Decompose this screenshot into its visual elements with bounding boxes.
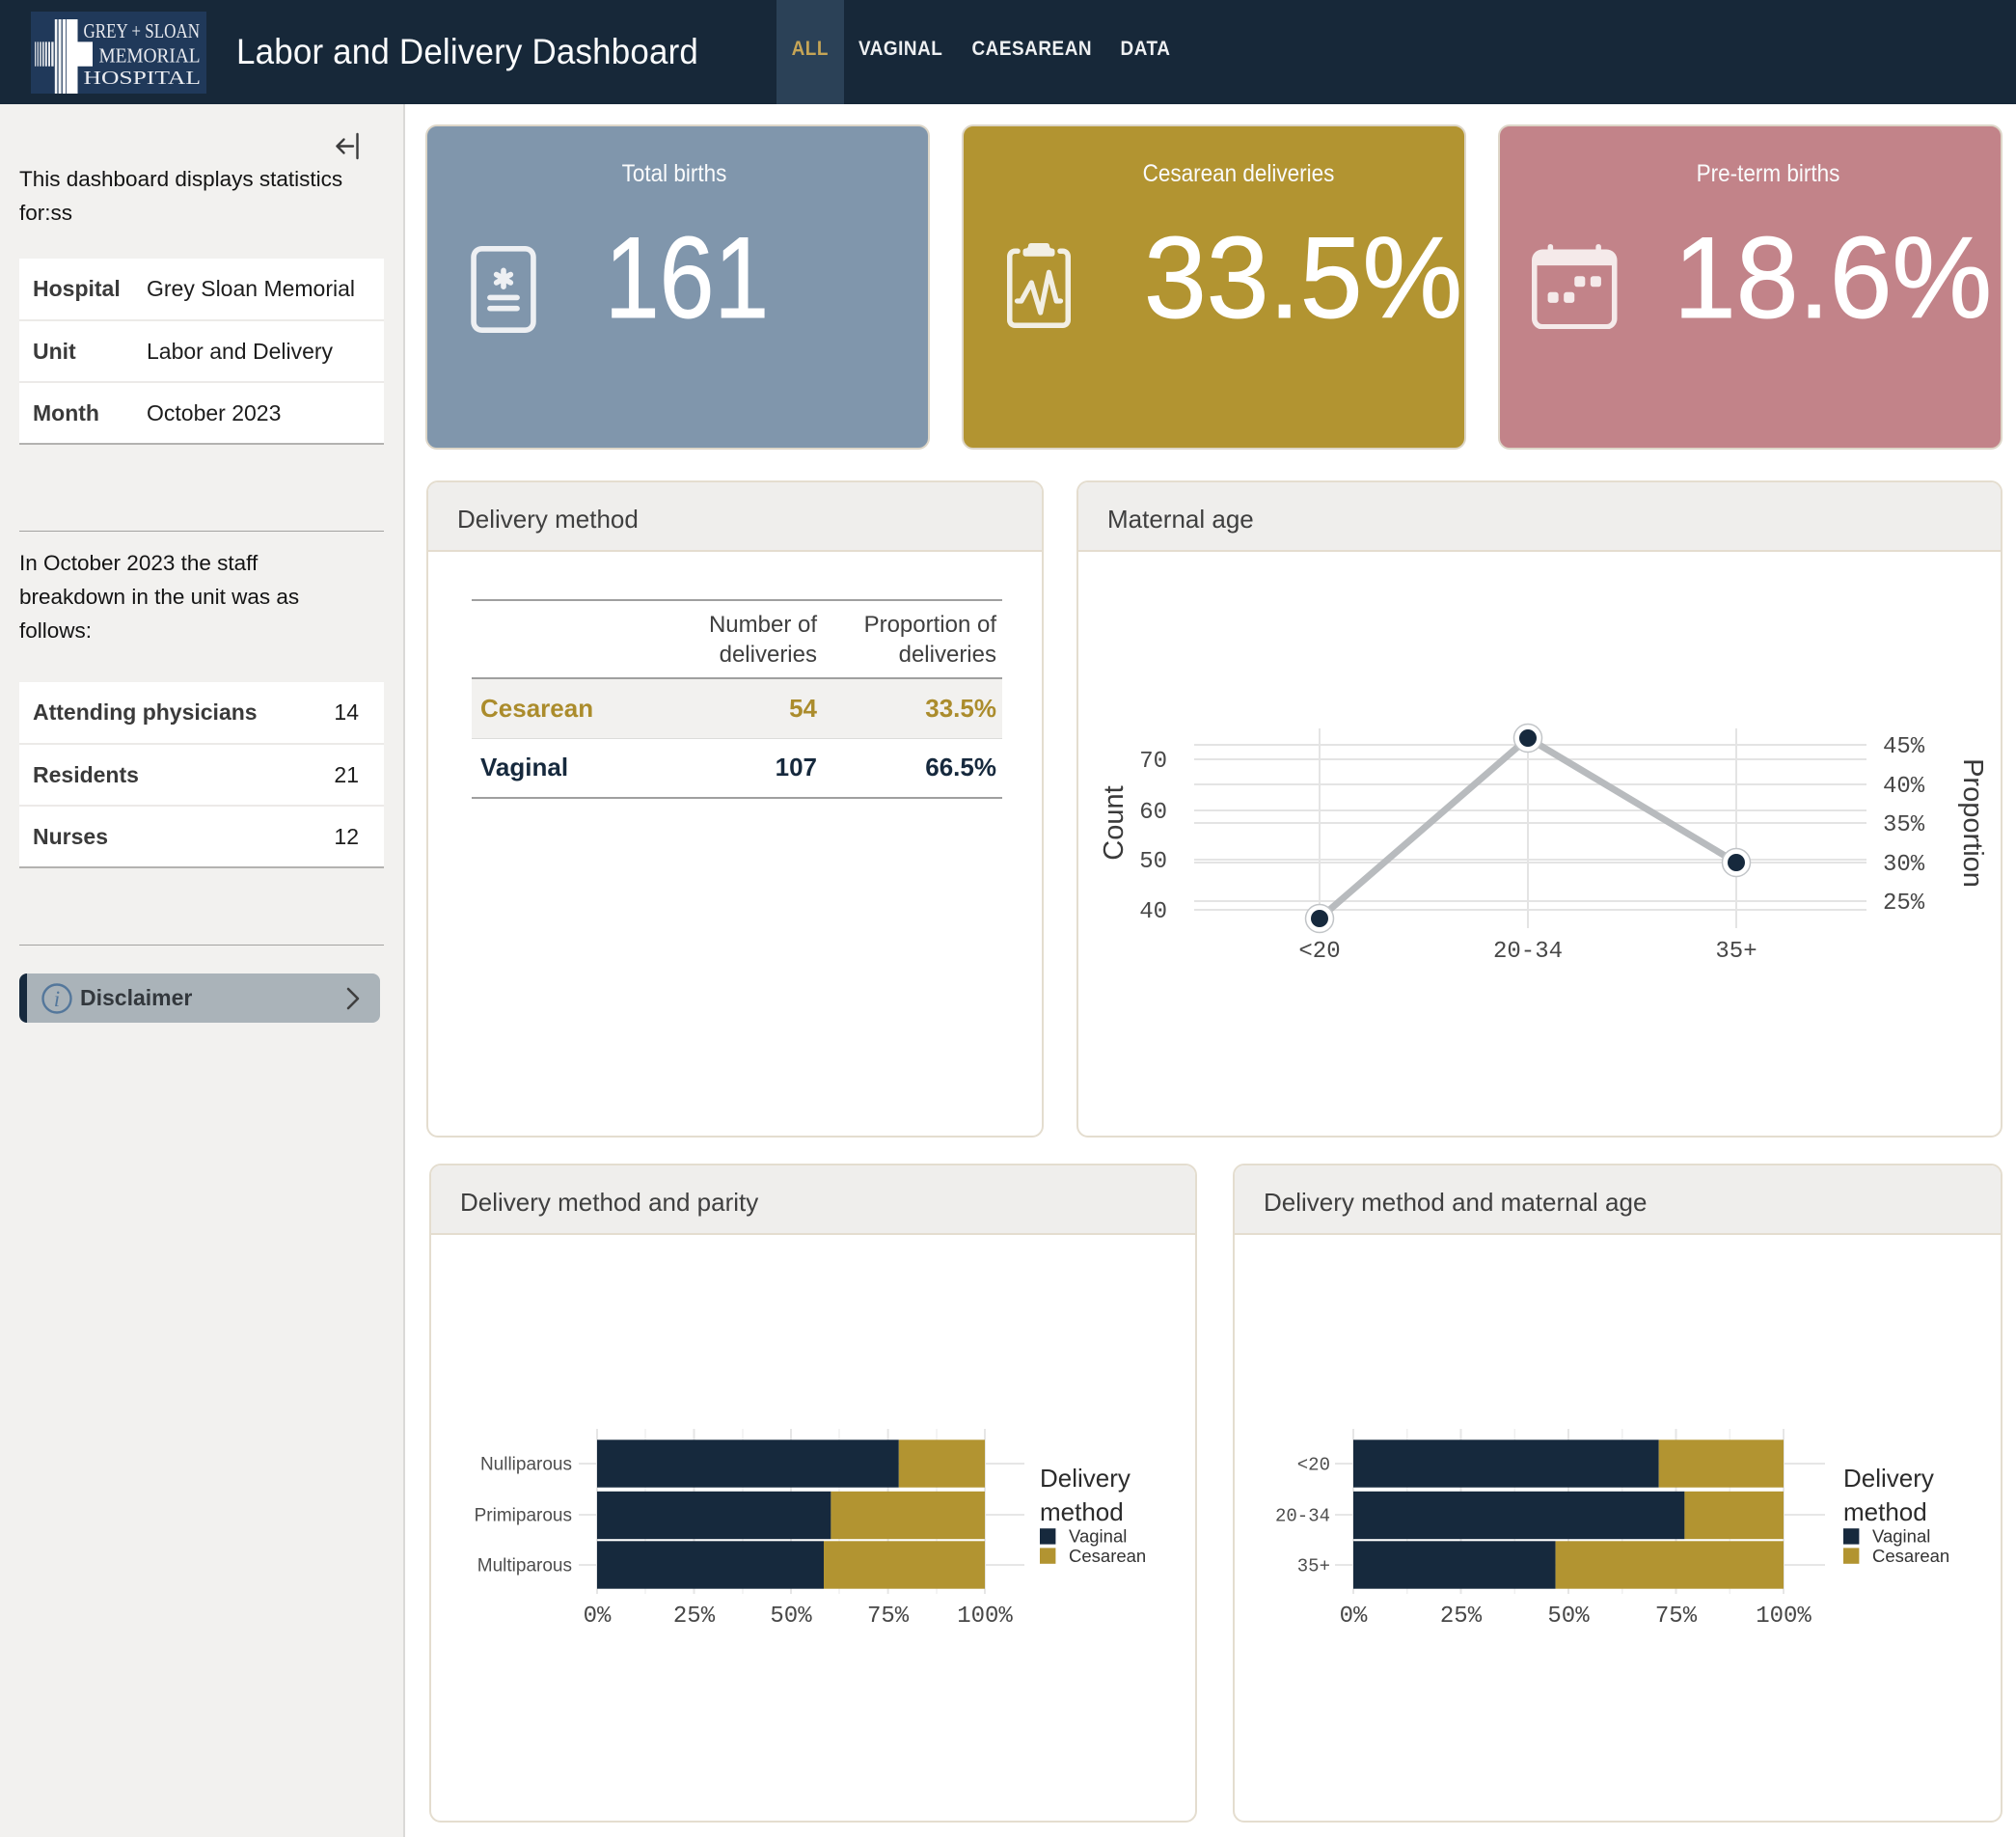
svg-text:Delivery: Delivery	[1843, 1464, 1934, 1493]
svg-text:50%: 50%	[1547, 1604, 1590, 1630]
svg-text:100%: 100%	[957, 1604, 1013, 1630]
svg-text:GREY + SLOAN: GREY + SLOAN	[84, 19, 201, 42]
svg-text:0%: 0%	[1340, 1604, 1368, 1630]
svg-text:30%: 30%	[1883, 852, 1925, 878]
svg-text:50: 50	[1139, 849, 1167, 875]
svg-text:25%: 25%	[1440, 1604, 1483, 1630]
svg-text:<20: <20	[1298, 939, 1340, 965]
svg-text:45%: 45%	[1883, 734, 1925, 760]
svg-text:70: 70	[1139, 749, 1167, 775]
svg-text:Proportion: Proportion	[1957, 758, 1988, 888]
svg-text:35%: 35%	[1883, 812, 1925, 838]
svg-text:35+: 35+	[1715, 939, 1757, 965]
svg-text:60: 60	[1139, 800, 1167, 826]
svg-text:20-34: 20-34	[1493, 939, 1563, 965]
svg-text:Nulliparous: Nulliparous	[480, 1455, 572, 1475]
svg-text:Cesarean: Cesarean	[1069, 1546, 1146, 1566]
svg-text:Vaginal: Vaginal	[1069, 1526, 1127, 1547]
svg-text:method: method	[1040, 1497, 1124, 1526]
svg-text:Delivery: Delivery	[1040, 1464, 1131, 1493]
svg-text:75%: 75%	[1655, 1604, 1698, 1630]
svg-text:100%: 100%	[1756, 1604, 1812, 1630]
svg-text:Vaginal: Vaginal	[1872, 1526, 1930, 1547]
svg-text:HOSPITAL: HOSPITAL	[84, 68, 202, 89]
svg-text:0%: 0%	[584, 1604, 612, 1630]
svg-text:40: 40	[1139, 899, 1167, 925]
svg-text:Multiparous: Multiparous	[477, 1556, 572, 1577]
svg-text:40%: 40%	[1883, 774, 1925, 800]
svg-text:Count: Count	[1099, 785, 1130, 860]
svg-text:Cesarean: Cesarean	[1872, 1546, 1949, 1566]
svg-text:75%: 75%	[867, 1604, 910, 1630]
svg-text:MEMORIAL: MEMORIAL	[99, 44, 201, 68]
svg-text:Primiparous: Primiparous	[475, 1506, 572, 1526]
svg-text:50%: 50%	[770, 1604, 812, 1630]
svg-text:25%: 25%	[1883, 891, 1925, 917]
svg-text:i: i	[54, 987, 60, 1011]
svg-text:20-34: 20-34	[1275, 1506, 1330, 1527]
svg-text:<20: <20	[1297, 1455, 1330, 1476]
svg-text:method: method	[1843, 1497, 1927, 1526]
svg-text:35+: 35+	[1297, 1556, 1330, 1577]
svg-text:25%: 25%	[673, 1604, 716, 1630]
